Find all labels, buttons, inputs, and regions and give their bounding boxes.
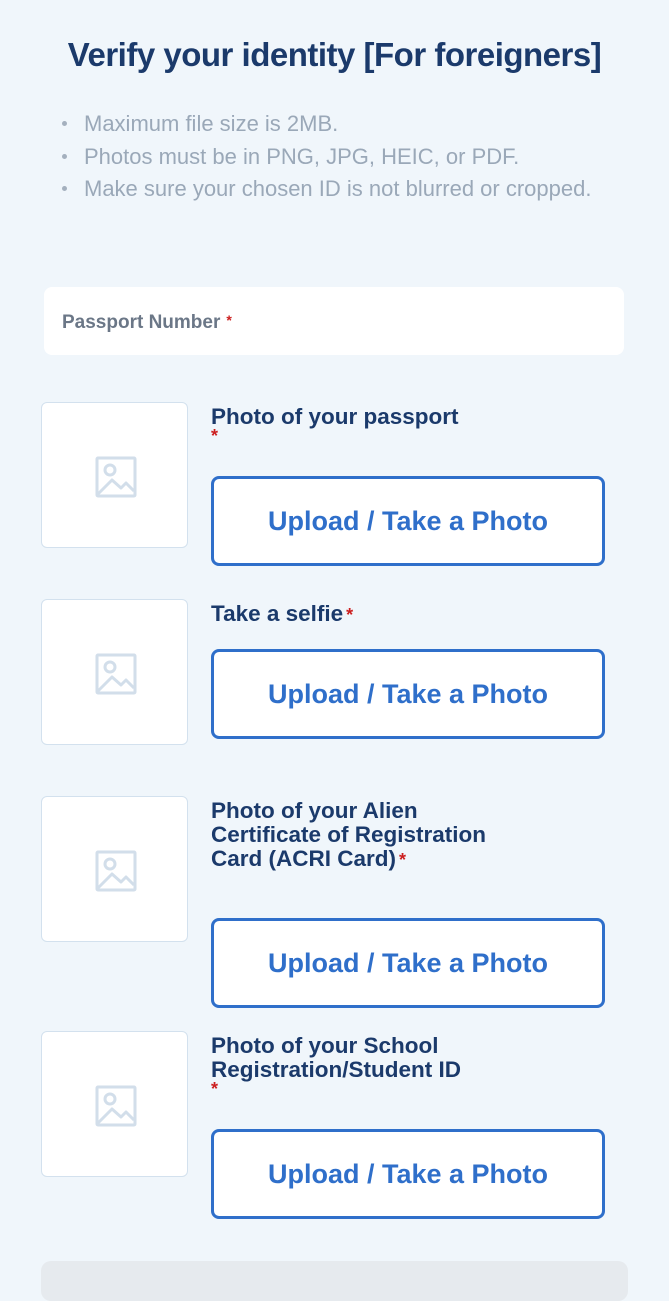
- upload-acri-card-button[interactable]: Upload / Take a Photo: [211, 918, 605, 1008]
- acri-card-label: Photo of your Alien Certificate of Regis…: [211, 799, 521, 872]
- bullet-dot: [62, 186, 67, 191]
- requirement-item: Photos must be in PNG, JPG, HEIC, or PDF…: [60, 141, 591, 174]
- acri-card-thumbnail[interactable]: [41, 796, 188, 942]
- bottom-action-bar: [41, 1261, 628, 1301]
- requirements-list: Maximum file size is 2MB. Photos must be…: [60, 108, 591, 206]
- required-mark: *: [226, 312, 232, 328]
- school-id-thumbnail[interactable]: [41, 1031, 188, 1177]
- passport-number-label-text: Passport Number: [62, 312, 221, 333]
- image-placeholder-icon: [95, 1085, 137, 1127]
- school-id-label-text: Photo of your School Registration/Studen…: [211, 1033, 462, 1082]
- school-id-label: Photo of your School Registration/Studen…: [211, 1033, 541, 1099]
- image-placeholder-icon: [95, 653, 137, 695]
- selfie-label-text: Take a selfie: [211, 601, 344, 626]
- acri-card-label-text: Photo of your Alien Certificate of Regis…: [211, 798, 487, 871]
- bullet-dot: [62, 153, 67, 159]
- bullet-dot: [62, 121, 67, 126]
- requirement-item: Make sure your chosen ID is not blurred …: [60, 173, 591, 206]
- required-mark: *: [211, 1079, 219, 1099]
- passport-photo-thumbnail[interactable]: [41, 402, 188, 548]
- passport-number-label: Passport Number *: [62, 312, 232, 334]
- selfie-thumbnail[interactable]: [41, 599, 188, 745]
- upload-passport-button[interactable]: Upload / Take a Photo: [211, 476, 605, 566]
- passport-photo-label: Photo of your passport *: [211, 404, 591, 446]
- passport-photo-label-text: Photo of your passport: [211, 404, 459, 429]
- required-mark: *: [346, 605, 354, 625]
- requirement-item: Maximum file size is 2MB.: [60, 108, 591, 141]
- passport-number-field[interactable]: Passport Number *: [44, 287, 624, 355]
- upload-school-id-button[interactable]: Upload / Take a Photo: [211, 1129, 605, 1219]
- image-placeholder-icon: [95, 456, 137, 498]
- required-mark: *: [399, 850, 407, 870]
- selfie-label: Take a selfie *: [211, 602, 591, 627]
- image-placeholder-icon: [95, 850, 137, 892]
- page-title: Verify your identity [For foreigners]: [67, 36, 602, 73]
- requirement-text: Photos must be in PNG, JPG, HEIC, or PDF…: [84, 143, 520, 169]
- requirement-text: Make sure your chosen ID is not blurred …: [84, 176, 592, 201]
- upload-selfie-button[interactable]: Upload / Take a Photo: [211, 649, 605, 739]
- requirement-text: Maximum file size is 2MB.: [84, 111, 339, 136]
- required-mark: *: [211, 426, 219, 446]
